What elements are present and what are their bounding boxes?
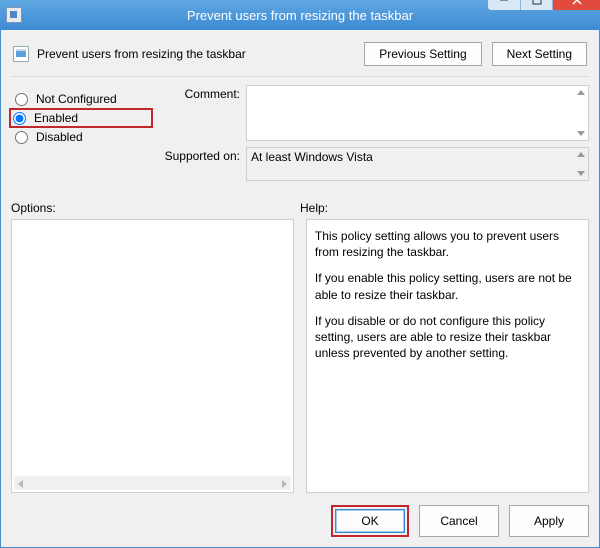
next-setting-button[interactable]: Next Setting — [492, 42, 587, 66]
apply-button[interactable]: Apply — [509, 505, 589, 537]
comment-field[interactable] — [246, 85, 589, 141]
state-radio-group: Not Configured Enabled Disabled — [11, 85, 151, 187]
radio-enabled[interactable]: Enabled — [9, 108, 153, 128]
cancel-button[interactable]: Cancel — [419, 505, 499, 537]
policy-header: Prevent users from resizing the taskbar … — [11, 38, 589, 72]
policy-icon — [13, 46, 29, 62]
radio-disabled-label: Disabled — [36, 130, 83, 144]
titlebar: Prevent users from resizing the taskbar — [0, 0, 600, 30]
help-text-3: If you disable or do not configure this … — [315, 313, 580, 362]
ok-highlight: OK — [331, 505, 409, 537]
radio-not-configured-label: Not Configured — [36, 92, 117, 106]
dialog-body: Prevent users from resizing the taskbar … — [0, 30, 600, 548]
policy-title: Prevent users from resizing the taskbar — [37, 47, 246, 61]
radio-not-configured[interactable]: Not Configured — [11, 89, 151, 109]
supported-value: At least Windows Vista — [251, 150, 373, 164]
minimize-button[interactable] — [488, 0, 520, 10]
options-scrollbar[interactable] — [14, 476, 291, 490]
window-controls — [488, 0, 600, 10]
help-pane[interactable]: This policy setting allows you to preven… — [306, 219, 589, 493]
radio-enabled-label: Enabled — [34, 111, 78, 125]
help-text-1: This policy setting allows you to preven… — [315, 228, 580, 260]
ok-button[interactable]: OK — [335, 509, 405, 533]
comment-label: Comment: — [151, 85, 246, 141]
dialog-footer: OK Cancel Apply — [11, 493, 589, 537]
app-icon — [6, 7, 22, 23]
help-label: Help: — [300, 201, 328, 215]
radio-disabled-input[interactable] — [15, 131, 28, 144]
previous-setting-button[interactable]: Previous Setting — [364, 42, 481, 66]
radio-enabled-input[interactable] — [13, 112, 26, 125]
radio-not-configured-input[interactable] — [15, 93, 28, 106]
maximize-button[interactable] — [520, 0, 552, 10]
close-button[interactable] — [552, 0, 600, 10]
options-pane[interactable] — [11, 219, 294, 493]
divider — [11, 76, 589, 77]
options-label: Options: — [11, 201, 300, 215]
supported-label: Supported on: — [151, 147, 246, 181]
supported-field: At least Windows Vista — [246, 147, 589, 181]
radio-disabled[interactable]: Disabled — [11, 127, 151, 147]
help-text-2: If you enable this policy setting, users… — [315, 270, 580, 302]
